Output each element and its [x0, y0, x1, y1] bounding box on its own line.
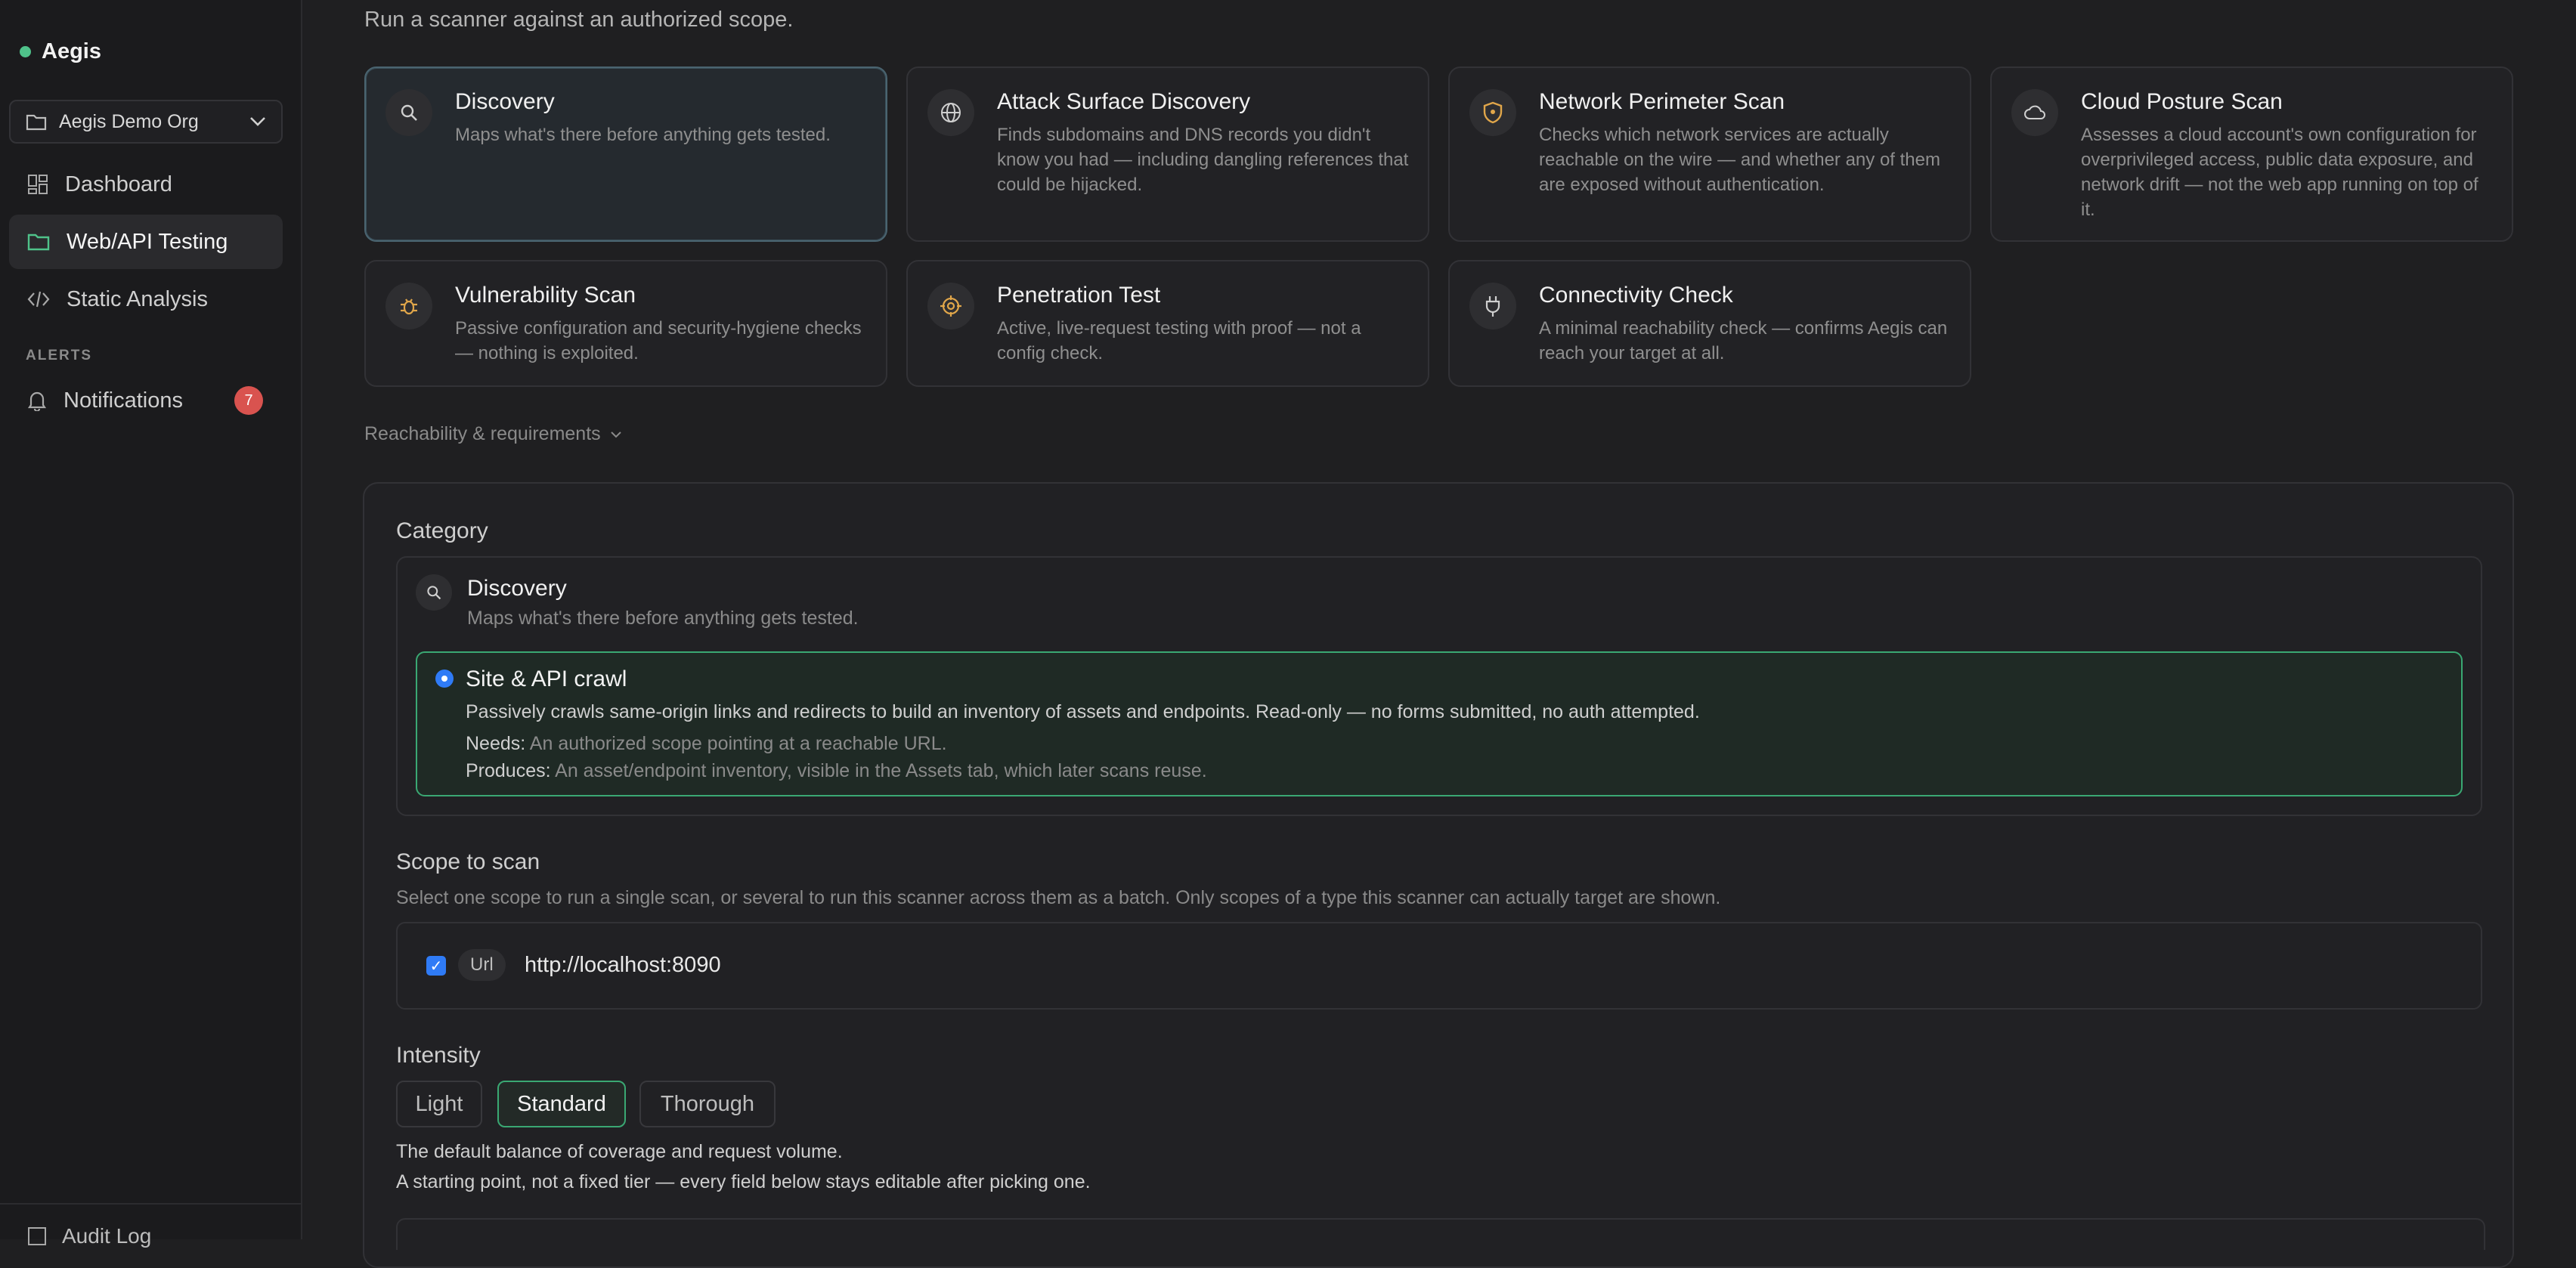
category-title: Discovery — [467, 576, 567, 601]
status-dot — [20, 46, 31, 57]
card-title: Attack Surface Discovery — [997, 89, 1251, 114]
card-title: Cloud Posture Scan — [2081, 89, 2283, 114]
option-radio[interactable] — [435, 670, 454, 688]
card-description: Maps what's there before anything gets t… — [455, 125, 831, 145]
category-label: Category — [396, 518, 488, 543]
shield-icon — [1469, 89, 1516, 136]
cloud-icon — [2011, 89, 2058, 136]
scanner-card-cloud-posture[interactable]: Cloud Posture Scan Assesses a cloud acco… — [1990, 66, 2513, 242]
alerts-section-label: ALERTS — [26, 348, 92, 363]
scope-type-chip: Url — [458, 949, 506, 981]
card-description: Assesses a cloud account's own configura… — [2081, 125, 2478, 220]
brand[interactable]: Aegis — [20, 39, 101, 64]
sidebar-item-audit[interactable]: Audit Log — [27, 1224, 151, 1248]
search-icon — [385, 89, 432, 136]
intensity-light-button[interactable]: Light — [396, 1081, 482, 1127]
list-icon — [27, 1226, 47, 1246]
bug-icon — [385, 283, 432, 329]
notification-count-badge: 7 — [234, 386, 263, 415]
org-switcher[interactable]: Aegis Demo Org — [9, 100, 283, 144]
scope-label: Scope to scan — [396, 849, 540, 874]
intensity-help-1: The default balance of coverage and requ… — [396, 1141, 843, 1162]
needs-label: Needs: — [466, 733, 526, 754]
intensity-standard-button[interactable]: Standard — [497, 1081, 626, 1127]
dashboard-icon — [27, 174, 48, 195]
card-title: Discovery — [455, 89, 555, 114]
page-subtitle: Run a scanner against an authorized scop… — [364, 8, 794, 32]
card-description: Active, live-request testing with proof … — [997, 318, 1361, 363]
intensity-label: Intensity — [396, 1043, 481, 1068]
category-description: Maps what's there before anything gets t… — [467, 608, 859, 629]
sidebar-item-static-analysis[interactable]: Static Analysis — [9, 272, 283, 326]
org-name: Aegis Demo Org — [59, 110, 199, 132]
sidebar-item-web-api-testing[interactable]: Web/API Testing — [9, 215, 283, 269]
reachability-label: Reachability & requirements — [364, 423, 601, 444]
card-description: Finds subdomains and DNS records you did… — [997, 125, 1409, 195]
sidebar-item-label: Dashboard — [65, 172, 172, 196]
sidebar-item-dashboard[interactable]: Dashboard — [9, 157, 283, 212]
card-description: A minimal reachability check — confirms … — [1539, 318, 1948, 363]
sidebar-item-label: Audit Log — [62, 1224, 152, 1248]
globe-icon — [927, 89, 974, 136]
next-section-box — [396, 1218, 2485, 1250]
sidebar: Aegis Aegis Demo Org Dashboard Web/API T… — [0, 0, 302, 1248]
sidebar-item-label: Static Analysis — [67, 286, 208, 311]
search-icon — [416, 574, 452, 611]
folder-icon — [26, 113, 47, 131]
option-produces: Produces: An asset/endpoint inventory, v… — [466, 760, 1207, 782]
card-title: Connectivity Check — [1539, 283, 1733, 308]
folder-icon — [27, 232, 50, 252]
scope-help-text: Select one scope to run a single scan, o… — [396, 887, 1721, 908]
brand-name: Aegis — [42, 39, 101, 63]
scope-url: http://localhost:8090 — [525, 953, 721, 977]
card-title: Vulnerability Scan — [455, 283, 636, 308]
divider — [0, 1203, 301, 1205]
target-icon — [927, 283, 974, 329]
reachability-toggle[interactable]: Reachability & requirements — [364, 423, 622, 445]
scanner-card-network-perimeter[interactable]: Network Perimeter Scan Checks which netw… — [1448, 66, 1971, 242]
card-title: Penetration Test — [997, 283, 1161, 308]
scanner-card-penetration[interactable]: Penetration Test Active, live-request te… — [906, 260, 1429, 387]
card-title: Network Perimeter Scan — [1539, 89, 1785, 114]
chevron-down-icon — [249, 116, 266, 127]
code-icon — [27, 290, 50, 308]
needs-text: An authorized scope pointing at a reacha… — [529, 733, 947, 754]
produces-text: An asset/endpoint inventory, visible in … — [555, 760, 1207, 781]
scanner-card-attack-surface[interactable]: Attack Surface Discovery Finds subdomain… — [906, 66, 1429, 242]
scanner-card-discovery[interactable]: Discovery Maps what's there before anyth… — [364, 66, 887, 242]
card-description: Passive configuration and security-hygie… — [455, 318, 862, 363]
sidebar-item-label: Web/API Testing — [67, 229, 228, 254]
option-needs: Needs: An authorized scope pointing at a… — [466, 733, 947, 755]
scanner-card-vulnerability[interactable]: Vulnerability Scan Passive configuration… — [364, 260, 887, 387]
bell-icon — [27, 390, 47, 411]
scanner-card-connectivity[interactable]: Connectivity Check A minimal reachabilit… — [1448, 260, 1971, 387]
scope-checkbox[interactable]: ✓ — [426, 956, 446, 976]
card-description: Checks which network services are actual… — [1539, 125, 1940, 195]
intensity-thorough-button[interactable]: Thorough — [639, 1081, 776, 1127]
sidebar-item-notifications[interactable]: Notifications 7 — [9, 373, 283, 428]
plug-icon — [1469, 283, 1516, 329]
produces-label: Produces: — [466, 760, 551, 781]
option-title: Site & API crawl — [466, 666, 627, 691]
sidebar-item-label: Notifications — [63, 388, 183, 413]
chevron-down-icon — [610, 431, 622, 438]
option-description: Passively crawls same-origin links and r… — [466, 701, 1700, 722]
intensity-help-2: A starting point, not a fixed tier — eve… — [396, 1171, 1091, 1192]
